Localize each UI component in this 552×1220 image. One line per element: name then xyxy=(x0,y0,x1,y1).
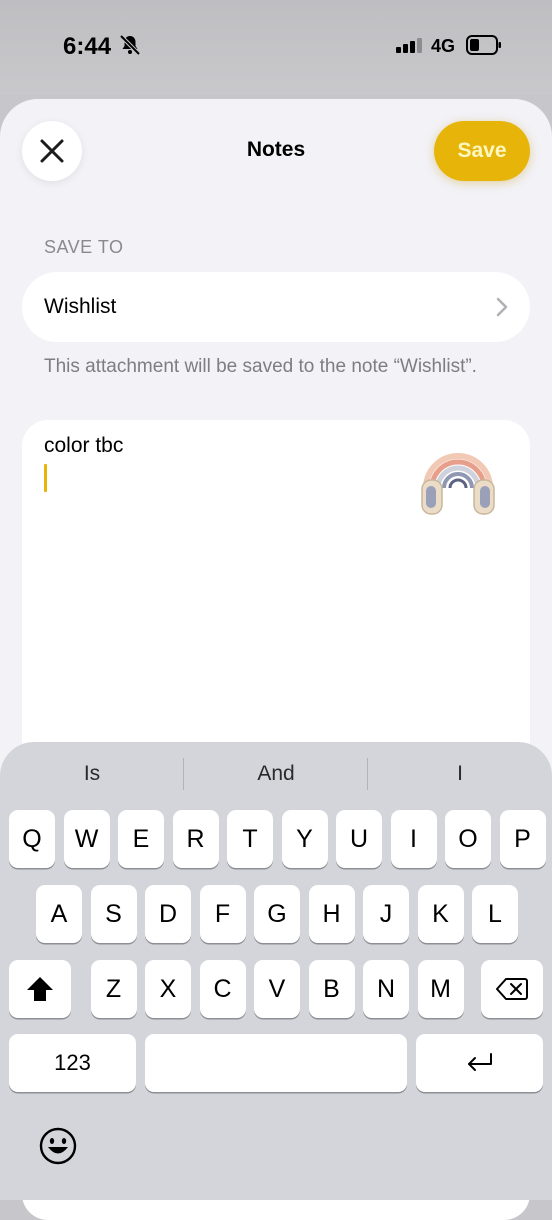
key-v[interactable]: V xyxy=(254,960,300,1018)
key-b[interactable]: B xyxy=(308,960,355,1018)
selected-note-name: Wishlist xyxy=(44,295,117,318)
key-z[interactable]: Z xyxy=(90,960,137,1018)
key-s[interactable]: S xyxy=(90,885,137,943)
suggestion-1[interactable]: Is xyxy=(0,762,184,786)
key-w[interactable]: W xyxy=(63,810,110,868)
save-to-label: SAVE TO xyxy=(44,237,124,257)
key-t[interactable]: T xyxy=(227,810,273,868)
key-a[interactable]: A xyxy=(36,885,82,943)
key-g[interactable]: G xyxy=(254,885,300,943)
key-q[interactable]: Q xyxy=(9,810,55,868)
save-button[interactable]: Save xyxy=(434,121,530,181)
key-x[interactable]: X xyxy=(145,960,191,1018)
status-time: 6:44 xyxy=(63,33,112,60)
space-key[interactable] xyxy=(145,1034,407,1092)
shift-icon xyxy=(27,977,53,1001)
key-r[interactable]: R xyxy=(172,810,219,868)
key-o[interactable]: O xyxy=(445,810,491,868)
delete-key[interactable] xyxy=(481,960,543,1018)
key-u[interactable]: U xyxy=(336,810,382,868)
key-l[interactable]: L xyxy=(472,885,518,943)
headphones-image-attachment[interactable] xyxy=(416,430,500,520)
key-p[interactable]: P xyxy=(499,810,546,868)
key-m[interactable]: M xyxy=(417,960,464,1018)
save-to-note-selector[interactable]: Wishlist xyxy=(22,272,530,342)
network-type: 4G xyxy=(431,36,456,56)
shift-key[interactable] xyxy=(9,960,71,1018)
key-n[interactable]: N xyxy=(363,960,409,1018)
note-text[interactable]: color tbc xyxy=(44,434,123,458)
key-f[interactable]: F xyxy=(199,885,246,943)
key-e[interactable]: E xyxy=(118,810,164,868)
text-cursor xyxy=(44,464,47,492)
return-icon xyxy=(467,1053,492,1071)
key-h[interactable]: H xyxy=(308,885,355,943)
backspace-icon xyxy=(496,978,528,1000)
silent-bell-icon xyxy=(119,34,141,56)
key-j[interactable]: J xyxy=(363,885,409,943)
status-bar: 6:44 4G xyxy=(0,0,552,95)
save-helper-text: This attachment will be saved to the not… xyxy=(44,356,477,377)
key-y[interactable]: Y xyxy=(281,810,328,868)
key-d[interactable]: D xyxy=(145,885,191,943)
key-k[interactable]: K xyxy=(417,885,464,943)
return-key[interactable] xyxy=(416,1034,543,1092)
suggestion-2[interactable]: And xyxy=(184,762,368,786)
suggestion-3[interactable]: I xyxy=(368,762,552,786)
cellular-signal-icon xyxy=(396,38,422,53)
key-c[interactable]: C xyxy=(199,960,246,1018)
numbers-key[interactable]: 123 xyxy=(9,1034,136,1092)
emoji-icon[interactable] xyxy=(39,1127,77,1165)
predictive-suggestions: Is And I xyxy=(0,742,552,806)
key-i[interactable]: I xyxy=(390,810,437,868)
battery-icon xyxy=(466,35,501,55)
chevron-right-icon xyxy=(496,297,508,317)
onscreen-keyboard: Is And I Q W E R T Y U I O P A S D F G H… xyxy=(0,742,552,1200)
